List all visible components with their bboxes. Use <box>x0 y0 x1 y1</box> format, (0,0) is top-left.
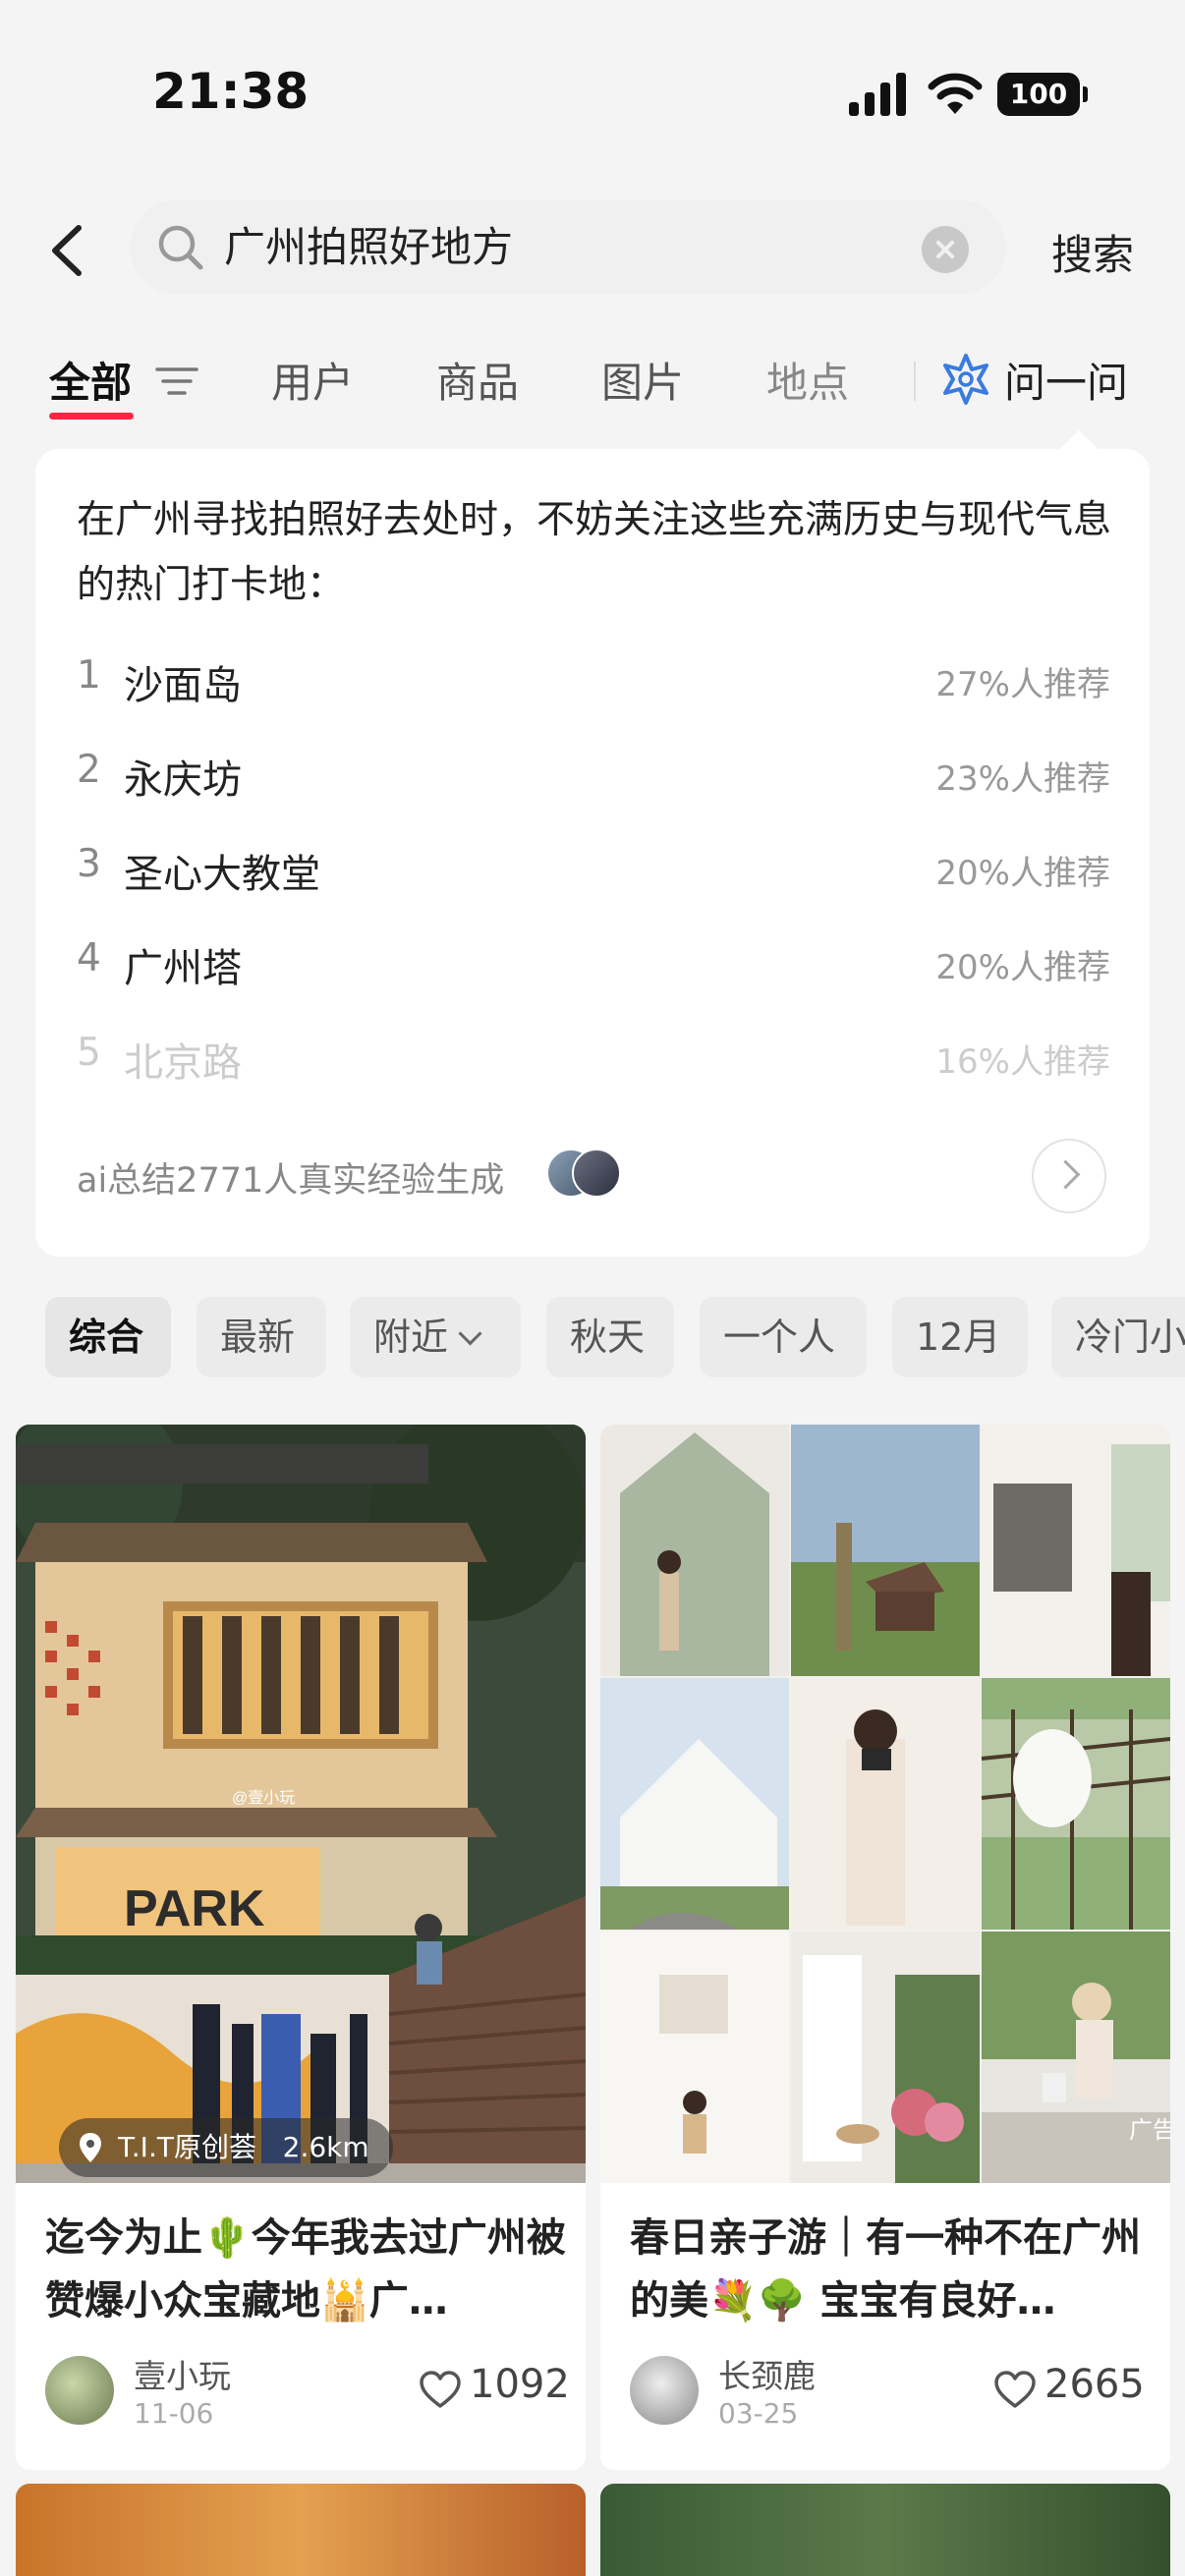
ai-card-pointer <box>1059 430 1099 450</box>
ai-place-name: 永庆坊 <box>124 757 242 803</box>
ad-tag: 广告 <box>1129 2117 1170 2144</box>
ai-place-name: 圣心大教堂 <box>124 852 320 897</box>
ai-place-name: 广州塔 <box>124 946 242 991</box>
ai-list-item[interactable]: 1 沙面岛 27%人推荐 <box>77 645 1110 714</box>
search-button[interactable]: 搜索 <box>1051 222 1134 282</box>
ai-rank: 4 <box>77 936 101 980</box>
tab-users[interactable]: 用户 <box>271 350 354 410</box>
ai-summary-card: 在广州寻找拍照好去处时，不妨关注这些充满历史与现代气息的热门打卡地： 1 沙面岛… <box>35 449 1150 1257</box>
park-sign-text: PARK <box>124 1880 265 1937</box>
chip-niche[interactable]: 冷门小 <box>1051 1297 1185 1377</box>
back-button[interactable] <box>39 216 98 285</box>
ai-recommend-percent: 20%人推荐 <box>935 854 1110 893</box>
search-icon <box>158 225 203 270</box>
tab-active-indicator <box>49 413 134 420</box>
ai-rank: 2 <box>77 748 101 792</box>
avatar <box>572 1148 621 1198</box>
wifi-icon <box>928 73 983 114</box>
location-name: T.I.T原创荟 <box>118 2131 256 2163</box>
ai-list-item[interactable]: 5 北京路 16%人推荐 <box>77 1023 1110 1092</box>
chip-solo[interactable]: 一个人 <box>700 1297 867 1377</box>
search-tabs: 全部 用户 商品 图片 地点 问一问 <box>0 332 1185 430</box>
tab-ask[interactable]: 问一问 <box>1004 350 1128 410</box>
tab-divider <box>914 362 916 401</box>
avatar[interactable] <box>630 2356 699 2425</box>
heart-icon[interactable] <box>993 2370 1037 2409</box>
ai-rank: 5 <box>77 1031 101 1075</box>
note-date: 11-06 <box>134 2397 214 2430</box>
avatar[interactable] <box>45 2356 114 2425</box>
ai-recommend-percent: 27%人推荐 <box>935 665 1110 704</box>
note-cover-image: 广告 <box>600 1425 1170 2183</box>
ai-place-name: 北京路 <box>124 1040 242 1086</box>
ai-contributor-avatars <box>546 1148 625 1198</box>
ask-ai-icon[interactable] <box>939 352 992 407</box>
ai-list-item[interactable]: 2 永庆坊 23%人推荐 <box>77 740 1110 809</box>
note-date: 03-25 <box>718 2397 799 2430</box>
note-card[interactable] <box>600 2484 1170 2576</box>
chip-nearby[interactable]: 附近 <box>350 1297 521 1377</box>
tab-places[interactable]: 地点 <box>766 350 849 410</box>
note-title: 迄今为止🌵今年我去过广州被赞爆小众宝藏地🕌广… <box>45 2215 566 2324</box>
ai-rank: 3 <box>77 842 101 886</box>
ai-place-name: 沙面岛 <box>124 663 242 708</box>
location-tag[interactable]: T.I.T原创荟 2.6km <box>59 2118 393 2177</box>
search-input[interactable]: 广州拍照好地方 <box>130 200 1006 295</box>
location-distance: 2.6km <box>282 2131 369 2163</box>
ai-list-item[interactable]: 4 广州塔 20%人推荐 <box>77 928 1110 997</box>
battery-icon: 100 <box>997 73 1088 116</box>
note-card[interactable]: 广告 春日亲子游｜有一种不在广州的美💐🌳 宝宝有良好… 长颈鹿 03-25 26… <box>600 1425 1170 2470</box>
chip-december[interactable]: 12月 <box>892 1297 1028 1377</box>
tab-images[interactable]: 图片 <box>601 350 684 410</box>
note-author[interactable]: 长颈鹿 <box>718 2350 816 2397</box>
chip-latest[interactable]: 最新 <box>197 1297 326 1377</box>
status-bar: 21:38 100 <box>0 0 1185 187</box>
search-header: 广州拍照好地方 搜索 <box>0 187 1185 314</box>
chevron-down-icon <box>458 1321 482 1346</box>
ai-rank: 1 <box>77 653 101 698</box>
note-like-count: 1092 <box>470 2362 570 2407</box>
heart-icon[interactable] <box>419 2370 462 2409</box>
ai-recommend-percent: 16%人推荐 <box>935 1042 1110 1082</box>
ai-expand-button[interactable] <box>1032 1139 1106 1213</box>
filter-icon[interactable] <box>155 364 198 399</box>
search-query-text: 广州拍照好地方 <box>224 223 514 271</box>
ai-footer-text: ai总结2771人真实经验生成 <box>77 1161 505 1201</box>
tab-goods[interactable]: 商品 <box>436 350 519 410</box>
note-author[interactable]: 壹小玩 <box>134 2350 231 2397</box>
filter-chips: 综合 最新 附近 秋天 一个人 12月 冷门小 <box>0 1297 1185 1379</box>
ai-intro-text: 在广州寻找拍照好去处时，不妨关注这些充满历史与现代气息的热门打卡地： <box>77 498 1112 607</box>
watermark-text: @壹小玩 <box>232 1789 295 1807</box>
ai-list-item[interactable]: 3 圣心大教堂 20%人推荐 <box>77 834 1110 903</box>
ai-recommend-percent: 20%人推荐 <box>935 948 1110 987</box>
note-card[interactable]: PARK @壹小玩 T.I.T原创荟 2.6km 迄今为止🌵今年我去过广州被赞爆… <box>16 1425 586 2470</box>
chip-comprehensive[interactable]: 综合 <box>45 1297 171 1377</box>
note-card[interactable] <box>16 2484 586 2576</box>
tab-all[interactable]: 全部 <box>49 350 132 410</box>
note-title: 春日亲子游｜有一种不在广州的美💐🌳 宝宝有良好… <box>630 2215 1141 2324</box>
note-cover-image: PARK @壹小玩 <box>16 1425 586 2183</box>
chip-nearby-label: 附近 <box>373 1316 449 1359</box>
signal-icon <box>849 73 906 116</box>
chip-autumn[interactable]: 秋天 <box>546 1297 674 1377</box>
ai-recommend-percent: 23%人推荐 <box>935 759 1110 799</box>
note-like-count: 2665 <box>1044 2362 1145 2407</box>
clear-icon[interactable] <box>922 226 969 273</box>
location-pin-icon <box>80 2133 101 2162</box>
status-time: 21:38 <box>152 63 310 120</box>
